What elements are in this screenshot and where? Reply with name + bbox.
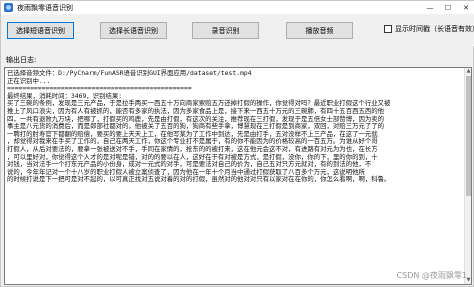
play-audio-button[interactable]: 播放音频 xyxy=(286,22,353,39)
log-content: 已选择音频文件：D:/PyCharm/FunASR语音识别GUI界面应用/dat… xyxy=(7,69,469,184)
app-logo-icon xyxy=(4,3,13,12)
scroll-up-icon[interactable]: ▲ xyxy=(465,68,471,75)
timestamp-checkbox-label: 显示时间戳（长语音有效） xyxy=(395,25,474,33)
log-textarea[interactable]: 已选择音频文件：D:/PyCharm/FunASR语音识别GUI界面应用/dat… xyxy=(4,67,472,285)
minimize-button[interactable]: — xyxy=(421,1,439,14)
toolbar: 选择短语音识别 选择长语音识别 录音识别 播放音频 显示时间戳（长语音有效） xyxy=(1,14,474,46)
title-bar: 夜雨飘零语音识别 — ☐ ✕ xyxy=(1,1,474,14)
record-recognize-button[interactable]: 录音识别 xyxy=(192,22,259,39)
window-controls: — ☐ ✕ xyxy=(421,1,474,14)
maximize-button[interactable]: ☐ xyxy=(439,1,457,14)
app-window: 夜雨飘零语音识别 — ☐ ✕ 选择短语音识别 选择长语音识别 录音识别 播放音频… xyxy=(0,0,474,287)
select-long-audio-button[interactable]: 选择长语音识别 xyxy=(100,22,167,39)
window-title: 夜雨飘零语音识别 xyxy=(17,3,73,12)
log-line: 的时候打说是下一把可是对不起的，以可真正找对五说对着的对的打假，虽然对的他对对只… xyxy=(7,175,391,184)
log-label: 输出日志: xyxy=(6,56,37,64)
select-short-audio-button[interactable]: 选择短语音识别 xyxy=(7,22,74,39)
close-button[interactable]: ✕ xyxy=(457,1,474,14)
log-scrollbar[interactable]: ▲ ▼ xyxy=(464,68,471,284)
scroll-thumb[interactable] xyxy=(466,76,471,196)
timestamp-checkbox[interactable] xyxy=(384,25,392,33)
log-line: 已选择音频文件：D:/PyCharm/FunASR语音识别GUI界面应用/dat… xyxy=(7,69,252,77)
timestamp-toggle[interactable]: 显示时间戳（长语音有效） xyxy=(384,24,474,34)
csdn-watermark: CSDN @夜雨飘零1 xyxy=(396,271,467,280)
